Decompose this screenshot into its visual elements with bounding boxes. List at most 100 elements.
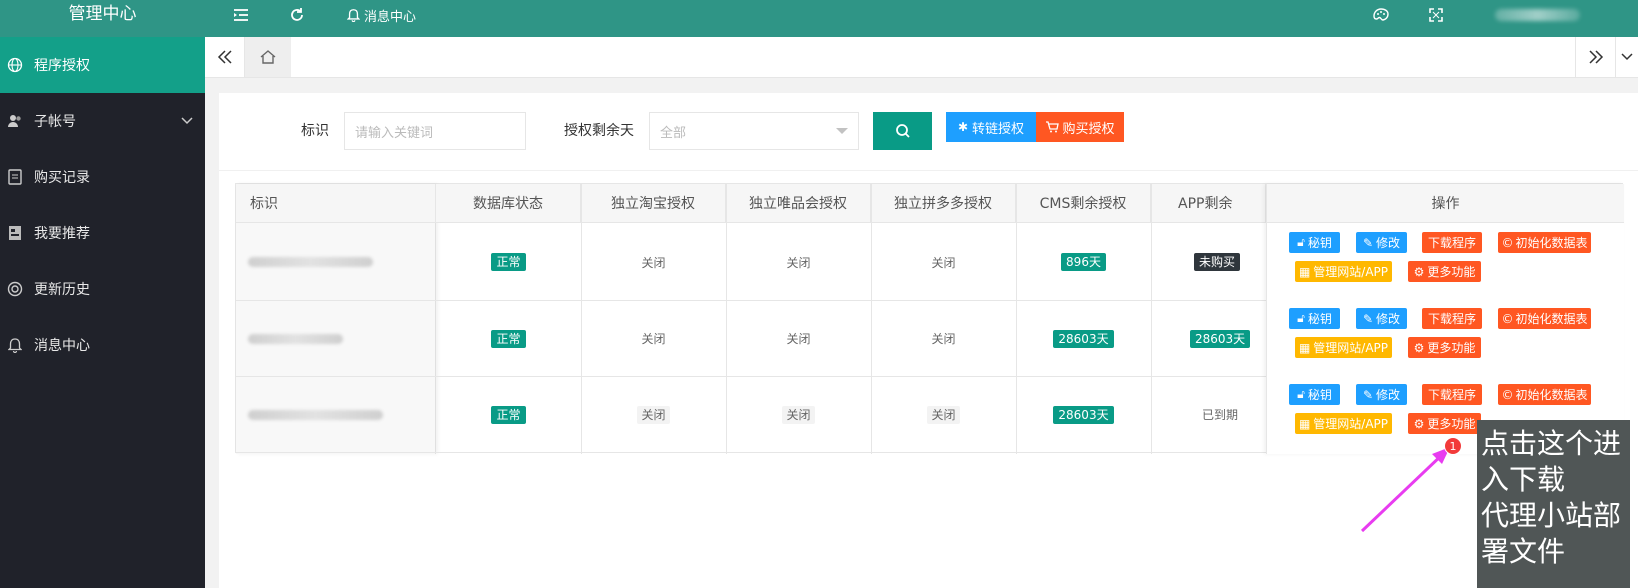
manage-site-button[interactable]: ▦ 管理网站/APP — [1295, 261, 1392, 282]
sidebar-item-label: 更新历史 — [34, 282, 90, 298]
download-button[interactable]: 下载程序 — [1422, 232, 1482, 253]
apps-icon: ▦ — [1298, 340, 1311, 355]
transfer-auth-button[interactable]: ✱ 转链授权 — [946, 112, 1036, 142]
init-icon: © — [1501, 311, 1514, 326]
id-filter-label: 标识 — [301, 123, 329, 139]
manage-site-button[interactable]: ▦ 管理网站/APP — [1295, 337, 1392, 358]
vip-cell: 关闭 — [786, 255, 811, 270]
th-app[interactable]: APP剩余 — [1151, 184, 1266, 223]
tab-bar — [205, 37, 1638, 78]
init-db-label: 初始化数据表 — [1515, 312, 1588, 326]
th-vip[interactable]: 独立唯品会授权 — [726, 184, 871, 223]
init-db-label: 初始化数据表 — [1515, 388, 1588, 402]
more-functions-button[interactable]: ⚙ 更多功能 — [1408, 261, 1481, 282]
vip-cell: 关闭 — [726, 377, 871, 452]
cms-cell: 28603天 — [1016, 377, 1151, 452]
manage-site-label: 管理网站/APP — [1313, 265, 1389, 279]
sidebar-item-label: 消息中心 — [34, 338, 90, 354]
pencil-icon: ✎ — [1362, 311, 1374, 326]
db-status-badge: 正常 — [491, 405, 526, 424]
edit-label: 修改 — [1376, 236, 1401, 250]
lock-icon: 🔓︎ — [1297, 235, 1305, 249]
th-db-status[interactable]: 数据库状态 — [436, 184, 581, 223]
key-button[interactable]: 🔓︎ 秘钥 — [1289, 308, 1340, 329]
key-button[interactable]: 🔓︎ 秘钥 — [1289, 232, 1340, 253]
pdd-value: 关闭 — [927, 405, 960, 424]
app-badge: 未购买 — [1194, 253, 1241, 271]
key-button[interactable]: 🔓︎ 秘钥 — [1289, 384, 1340, 405]
fullscreen-icon[interactable] — [1429, 0, 1443, 30]
users-icon — [6, 112, 24, 130]
taobao-value: 关闭 — [637, 405, 670, 424]
menu-toggle-icon[interactable] — [233, 0, 249, 30]
transfer-auth-label: 转链授权 — [972, 121, 1025, 137]
edit-button[interactable]: ✎ 修改 — [1356, 308, 1407, 329]
th-taobao[interactable]: 独立淘宝授权 — [581, 184, 726, 223]
lock-icon: 🔓︎ — [1297, 387, 1305, 401]
manage-site-label: 管理网站/APP — [1313, 341, 1389, 355]
sidebar-item-update-history[interactable]: 更新历史 — [0, 261, 205, 317]
user-avatar-name[interactable] — [1495, 9, 1580, 21]
cms-cell: 28603天 — [1016, 301, 1151, 376]
init-db-button[interactable]: © 初始化数据表 — [1498, 232, 1591, 253]
sidebar-item-recommend[interactable]: 我要推荐 — [0, 205, 205, 261]
tabs-scroll-right-icon[interactable] — [1575, 37, 1615, 77]
key-label: 秘钥 — [1307, 312, 1332, 326]
callout-line: 代理小站部 — [1481, 499, 1622, 532]
db-status-badge: 正常 — [491, 253, 526, 271]
app-cell: 已到期 — [1202, 408, 1239, 422]
theme-icon[interactable] — [1373, 0, 1389, 30]
th-cms[interactable]: CMS剩余授权 — [1016, 184, 1151, 223]
tabs-menu-chevron-icon[interactable] — [1615, 37, 1638, 77]
taobao-cell: 关闭 — [641, 332, 666, 346]
tab-home[interactable] — [245, 37, 291, 77]
edit-button[interactable]: ✎ 修改 — [1356, 232, 1407, 253]
taobao-cell: 关闭 — [581, 377, 726, 452]
manage-site-label: 管理网站/APP — [1313, 417, 1389, 431]
more-functions-button[interactable]: ⚙ 更多功能 — [1408, 337, 1481, 358]
blurred-id — [248, 333, 343, 344]
more-label: 更多功能 — [1427, 265, 1476, 279]
sidebar-item-purchase-records[interactable]: 购买记录 — [0, 149, 205, 205]
message-center-label: 消息中心 — [364, 9, 417, 25]
message-center-link[interactable]: 消息中心 — [347, 0, 416, 30]
tabs-scroll-left-icon[interactable] — [205, 37, 245, 77]
download-button[interactable]: 下载程序 — [1422, 308, 1482, 329]
callout-line: 点击这个进 — [1481, 427, 1622, 460]
key-label: 秘钥 — [1307, 388, 1332, 402]
more-functions-button[interactable]: ⚙ 更多功能 — [1408, 413, 1481, 434]
table-row-id — [248, 301, 428, 376]
id-search-input[interactable]: 请输入关键词 — [344, 112, 526, 150]
apps-icon: ▦ — [1298, 416, 1311, 431]
days-select[interactable]: 全部 — [649, 112, 859, 150]
init-icon: © — [1501, 387, 1514, 402]
bell-icon — [6, 336, 24, 354]
annotation-arrow — [1360, 447, 1450, 533]
sidebar-item-label: 程序授权 — [34, 58, 90, 74]
refresh-icon[interactable] — [289, 0, 305, 30]
manage-site-button[interactable]: ▦ 管理网站/APP — [1295, 413, 1392, 434]
document-icon — [6, 168, 24, 186]
globe-icon — [6, 56, 24, 74]
table-row-id — [248, 377, 428, 452]
sidebar-item-messages[interactable]: 消息中心 — [0, 317, 205, 373]
th-id[interactable]: 标识 — [236, 184, 436, 223]
th-pdd[interactable]: 独立拼多多授权 — [871, 184, 1016, 223]
edit-button[interactable]: ✎ 修改 — [1356, 384, 1407, 405]
init-db-label: 初始化数据表 — [1515, 236, 1588, 250]
pdd-cell: 关闭 — [871, 377, 1016, 452]
chevron-down-icon — [181, 113, 193, 129]
init-icon: © — [1501, 235, 1514, 250]
callout-line: 署文件 — [1481, 535, 1566, 568]
more-label: 更多功能 — [1427, 341, 1476, 355]
sidebar-item-sub-accounts[interactable]: 子帐号 — [0, 93, 205, 149]
app-badge: 28603天 — [1190, 329, 1251, 348]
callout-line: 入下载 — [1481, 463, 1566, 496]
sidebar-item-program-auth[interactable]: 程序授权 — [0, 37, 205, 93]
download-button[interactable]: 下载程序 — [1422, 384, 1482, 405]
search-button[interactable] — [873, 112, 932, 150]
init-db-button[interactable]: © 初始化数据表 — [1498, 308, 1591, 329]
buy-auth-button[interactable]: 购买授权 — [1036, 112, 1124, 142]
init-db-button[interactable]: © 初始化数据表 — [1498, 384, 1591, 405]
cart-icon — [1045, 121, 1060, 133]
